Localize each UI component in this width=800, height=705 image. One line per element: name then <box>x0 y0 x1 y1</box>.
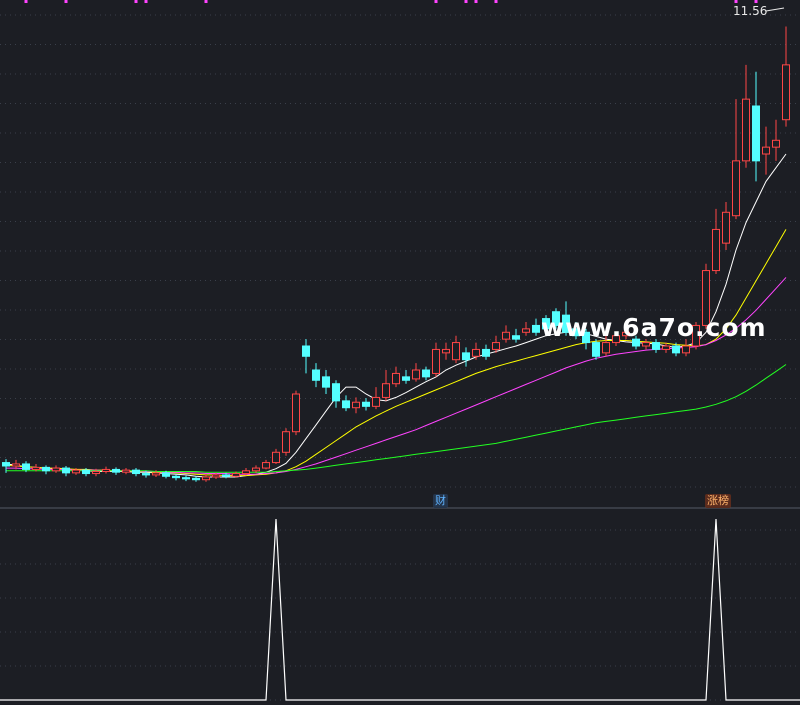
max-price-arrow <box>765 7 785 12</box>
candle-up <box>722 211 730 244</box>
candle-up <box>762 146 770 155</box>
candle-down <box>62 467 70 474</box>
candle-up <box>102 468 110 472</box>
candle-up <box>712 228 720 272</box>
candle-up <box>372 396 380 407</box>
candle-up <box>122 469 130 473</box>
candle-down <box>222 474 230 477</box>
candle-down <box>182 477 190 480</box>
candle-down <box>422 369 430 378</box>
candle-down <box>752 105 760 162</box>
candle-up <box>212 474 220 478</box>
moving-average-line <box>5 229 787 477</box>
candle-down <box>592 342 600 357</box>
candle-up <box>32 466 40 470</box>
signal-marker <box>494 0 498 3</box>
candle-down <box>402 376 410 381</box>
candle-up <box>52 467 60 472</box>
stock-chart[interactable] <box>0 0 800 705</box>
candle-down <box>532 324 540 333</box>
candle-up <box>152 472 160 476</box>
indicator-line <box>0 518 800 701</box>
candle-up <box>742 98 750 162</box>
finance-badge[interactable]: 财 <box>433 494 448 508</box>
candle-down <box>462 352 470 361</box>
candle-down <box>172 475 180 479</box>
limit-up-badge[interactable]: 涨榜 <box>705 494 731 508</box>
signal-marker <box>754 0 758 3</box>
max-price-label: 11.56 <box>733 4 768 18</box>
candle-down <box>322 376 330 388</box>
candle-down <box>512 335 520 340</box>
candle-up <box>262 462 270 469</box>
candle-up <box>202 476 210 481</box>
signal-marker <box>474 0 478 3</box>
candle-down <box>482 348 490 357</box>
candle-up <box>412 369 420 380</box>
candle-down <box>142 473 150 476</box>
signal-marker <box>464 0 468 3</box>
watermark-text: www.6a7o.com <box>541 313 767 342</box>
signal-marker <box>734 0 738 3</box>
candle-down <box>42 466 50 472</box>
candle-up <box>732 160 740 217</box>
candle-down <box>332 383 340 402</box>
candle-down <box>22 463 30 470</box>
candle-up <box>492 342 500 350</box>
candle-up <box>232 473 240 477</box>
candle-down <box>362 401 370 407</box>
candle-down <box>652 342 660 350</box>
signal-marker <box>144 0 148 3</box>
candle-down <box>672 345 680 354</box>
candle-down <box>162 472 170 477</box>
candle-up <box>92 470 100 475</box>
candle-up <box>72 469 80 474</box>
candle-up <box>382 383 390 398</box>
candle-down <box>302 345 310 357</box>
candle-up <box>352 401 360 409</box>
candle-up <box>502 331 510 340</box>
candle-down <box>82 469 90 475</box>
candle-up <box>782 64 790 121</box>
candle-down <box>132 469 140 475</box>
candle-up <box>282 431 290 453</box>
signal-marker <box>434 0 438 3</box>
candle-up <box>472 348 480 357</box>
candle-down <box>112 468 120 473</box>
candle-up <box>522 328 530 333</box>
candle-up <box>772 139 780 148</box>
signal-marker <box>134 0 138 3</box>
candle-up <box>662 345 670 350</box>
candle-up <box>602 342 610 354</box>
candle-up <box>442 348 450 354</box>
candle-up <box>682 345 690 354</box>
candle-up <box>252 467 260 472</box>
candle-down <box>2 462 10 467</box>
candle-up <box>242 470 250 475</box>
signal-marker <box>64 0 68 3</box>
candle-up <box>272 451 280 464</box>
candle-up <box>392 372 400 385</box>
candle-down <box>342 400 350 409</box>
candle-up <box>292 393 300 433</box>
candle-down <box>192 477 200 481</box>
signal-marker <box>24 0 28 3</box>
candle-up <box>432 348 440 374</box>
candle-up <box>642 342 650 347</box>
candle-down <box>312 369 320 381</box>
candle-up <box>12 463 20 467</box>
candle-up <box>452 342 460 361</box>
signal-marker <box>204 0 208 3</box>
